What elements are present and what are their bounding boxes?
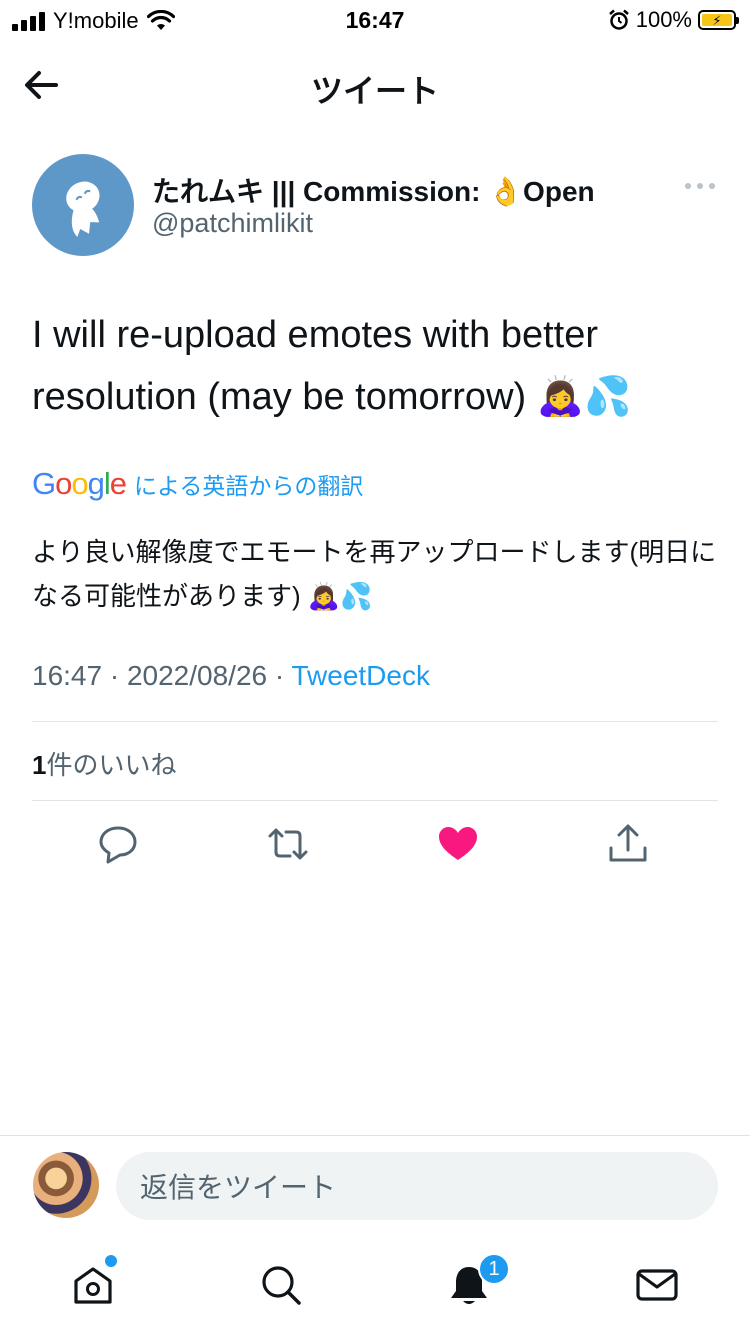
- status-bar: Y!mobile 16:47 100% ⚡: [0, 0, 750, 40]
- reply-bar-border: [0, 1135, 750, 1136]
- search-icon[interactable]: [258, 1262, 304, 1308]
- tweet-meta: 16:47 · 2022/08/26 · TweetDeck: [32, 660, 430, 692]
- battery-icon: ⚡: [698, 10, 739, 30]
- more-options-icon[interactable]: [684, 178, 716, 194]
- translation-label: による英語からの翻訳: [134, 473, 364, 499]
- alarm-icon: [608, 9, 629, 30]
- likes-label: 件のいいね: [46, 750, 177, 780]
- user-avatar[interactable]: [33, 1152, 99, 1218]
- author-avatar[interactable]: [32, 154, 134, 256]
- tweet-source-link[interactable]: TweetDeck: [291, 660, 430, 691]
- google-logo: Google: [32, 466, 127, 501]
- retweet-icon[interactable]: [266, 822, 310, 866]
- author-name[interactable]: たれムキ ||| Commission: 👌Open: [152, 170, 595, 210]
- likes-count: 1: [32, 750, 47, 780]
- divider: [32, 800, 718, 801]
- share-icon[interactable]: [606, 822, 650, 866]
- author-handle[interactable]: @patchimlikit: [152, 208, 313, 239]
- reply-icon[interactable]: [96, 822, 140, 866]
- tweet-timestamp: 16:47 · 2022/08/26 ·: [32, 660, 292, 691]
- ghost-mascot-icon: [66, 181, 100, 238]
- home-icon[interactable]: [70, 1262, 116, 1308]
- messages-icon[interactable]: [634, 1262, 680, 1308]
- header: ツイート: [0, 40, 750, 128]
- reply-input[interactable]: 返信をツイート: [116, 1152, 718, 1220]
- tweet-actions: [0, 822, 750, 870]
- likes-count-row[interactable]: 1件のいいね: [32, 745, 176, 782]
- reply-placeholder: 返信をツイート: [140, 1172, 337, 1203]
- divider: [32, 721, 718, 722]
- page-title: ツイート: [310, 73, 439, 109]
- battery-percent: 100%: [635, 7, 692, 32]
- home-unread-dot: [105, 1255, 117, 1267]
- translated-text: より良い解像度でエモートを再アップロードします(明日になる可能性があります) 🙇…: [32, 537, 717, 611]
- heart-icon[interactable]: [436, 822, 480, 866]
- tweet-text: I will re-upload emotes with better reso…: [32, 314, 632, 418]
- notification-badge: 1: [478, 1253, 510, 1285]
- translation-attribution[interactable]: Google による英語からの翻訳: [32, 466, 363, 502]
